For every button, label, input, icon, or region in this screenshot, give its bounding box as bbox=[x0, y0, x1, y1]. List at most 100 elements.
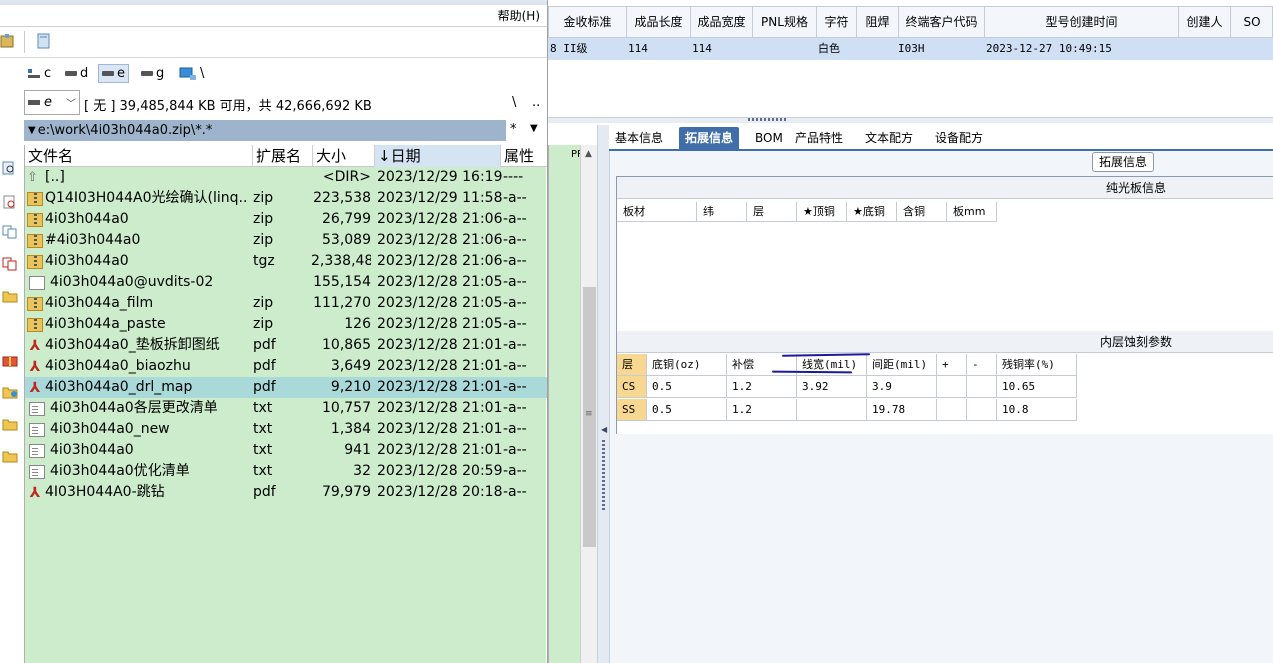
file-row[interactable]: ⅄ 4i03h044a0_drl_map pdf 9,210 2023/12/28 21… bbox=[25, 377, 547, 398]
grid-cell[interactable]: 10.65 bbox=[997, 376, 1077, 398]
file-row[interactable]: ⇧ [..] <DIR> 2023/12/29 16:19 ---- bbox=[25, 167, 547, 188]
grid-header-cell[interactable]: 板mm bbox=[947, 202, 997, 222]
grid-cell[interactable] bbox=[937, 376, 967, 398]
grid-cell[interactable]: SS bbox=[617, 399, 647, 421]
drive-g-button[interactable]: g bbox=[138, 64, 167, 83]
file-row[interactable]: 4i03h044a_paste zip 126 2023/12/28 21:05 -a-… bbox=[25, 314, 547, 335]
grid-header-cell[interactable]: 板材 bbox=[617, 202, 697, 222]
grid-cell[interactable] bbox=[937, 399, 967, 421]
tab-bom[interactable]: BOM bbox=[749, 127, 789, 151]
grid-cell[interactable]: CS bbox=[617, 376, 647, 398]
compare-icon[interactable] bbox=[2, 257, 18, 271]
file-row[interactable]: 4i03h044a0优化清单 txt 32 2023/12/28 20:59 -a-- bbox=[25, 461, 547, 482]
notebook-icon[interactable] bbox=[36, 33, 52, 49]
column-header-date[interactable]: ↓日期 bbox=[375, 145, 501, 167]
grid-cell[interactable]: 1.2 bbox=[727, 376, 797, 398]
file-row[interactable]: ⅄ 4i03h044a0_biaozhu pdf 3,649 2023/12/28 21… bbox=[25, 356, 547, 377]
column-header-ext[interactable]: 扩展名 bbox=[253, 145, 313, 167]
grid-cell[interactable]: 3.92 bbox=[797, 376, 867, 398]
grid-header-cell[interactable]: 终端客户代码 bbox=[899, 7, 985, 38]
grid-cell[interactable] bbox=[967, 376, 997, 398]
file-row[interactable]: 4i03h044a_film zip 111,270 2023/12/28 21:05… bbox=[25, 293, 547, 314]
folder-icon[interactable] bbox=[2, 289, 18, 303]
file-row[interactable]: 4i03h044a0@uvdits-02 155,154 2023/12/28 21… bbox=[25, 272, 547, 293]
file-row[interactable]: 4i03h044a0 txt 941 2023/12/28 21:01 -a-- bbox=[25, 440, 547, 461]
file-row[interactable]: 4i03h044a0_new txt 1,384 2023/12/28 21:01 -a… bbox=[25, 419, 547, 440]
grid-cell[interactable] bbox=[967, 399, 997, 421]
grid-header-cell[interactable]: ★底铜 bbox=[847, 202, 897, 222]
file-row[interactable]: Q14I03H044A0光绘确认(linq.. zip 223,538 2023/12… bbox=[25, 188, 547, 209]
grid-cell[interactable] bbox=[797, 399, 867, 421]
pdf-icon: ⅄ bbox=[29, 358, 41, 375]
grid-header-cell[interactable]: 阻焊 bbox=[857, 7, 899, 38]
grid-header-cell[interactable]: + bbox=[937, 354, 967, 376]
folder-icon[interactable] bbox=[2, 417, 18, 431]
horizontal-splitter[interactable] bbox=[548, 117, 1273, 123]
grid-header-cell[interactable]: 字符 bbox=[817, 7, 857, 38]
new-folder-icon[interactable] bbox=[2, 385, 18, 399]
file-row[interactable]: 4i03h044a0 zip 26,799 2023/12/28 21:06 -a-- bbox=[25, 209, 547, 230]
grid-cell[interactable]: 0.5 bbox=[647, 376, 727, 398]
grid-cell[interactable]: 0.5 bbox=[647, 399, 727, 421]
grid-header-cell[interactable]: ★顶铜 bbox=[797, 202, 847, 222]
grid-header-cell[interactable]: 成品宽度 bbox=[691, 7, 753, 38]
file-name-cell: 4i03h044a_paste bbox=[27, 314, 253, 335]
grid-header-cell[interactable]: 层 bbox=[617, 354, 647, 376]
copy-icon[interactable] bbox=[2, 225, 18, 239]
file-row[interactable]: #4i03h044a0 zip 53,089 2023/12/28 21:06 -a-- bbox=[25, 230, 547, 251]
grid-header-cell[interactable]: 含铜 bbox=[897, 202, 947, 222]
grid-header-cell[interactable]: PNL规格 bbox=[753, 7, 817, 38]
grid-cell[interactable]: 3.9 bbox=[867, 376, 937, 398]
column-header-size[interactable]: 大小 bbox=[313, 145, 375, 167]
grid-header-cell[interactable]: 间距(mil) bbox=[867, 354, 937, 376]
grid-header-cell[interactable]: 金收标准 bbox=[549, 7, 627, 38]
folder-icon[interactable] bbox=[2, 449, 18, 463]
file-row[interactable]: 4i03h044a0 tgz 2,338,482 2023/12/28 21:06-a… bbox=[25, 251, 547, 272]
file-name-cell: 4i03h044a0_new bbox=[27, 419, 253, 440]
grid-header-cell[interactable]: 创建人 bbox=[1179, 7, 1231, 38]
drive-d-button[interactable]: d bbox=[62, 64, 91, 83]
help-menu[interactable]: 帮助(H) bbox=[498, 7, 540, 24]
drive-select[interactable]: e ﹀ bbox=[24, 90, 80, 115]
grid-header-cell[interactable]: 成品长度 bbox=[627, 7, 691, 38]
file-list[interactable]: 文件名 扩展名 大小 ↓日期 属性 ⇧ [..] <DIR> 2023/12/29 1… bbox=[24, 145, 547, 663]
filter-button[interactable]: * bbox=[510, 122, 517, 137]
model-grid-row[interactable]: 8 II级 114 114 白色 I03H 2023-12-27 10:49:1… bbox=[548, 38, 1273, 60]
parent-dir-button[interactable]: .. bbox=[532, 95, 540, 110]
file-date: 2023/12/29 11:58 bbox=[377, 190, 503, 206]
drive-c-button[interactable]: c bbox=[24, 64, 54, 83]
grid-header-cell[interactable]: 层 bbox=[747, 202, 797, 222]
tab-product-features[interactable]: 产品特性 bbox=[789, 127, 849, 151]
archive-icon[interactable] bbox=[0, 33, 16, 49]
file-row[interactable]: 4i03h044a0各层更改清单 txt 10,757 2023/12/28 21:0… bbox=[25, 398, 547, 419]
tab-text-recipe[interactable]: 文本配方 bbox=[859, 127, 919, 151]
triangle-down-icon[interactable]: ▼ bbox=[530, 123, 538, 134]
grid-header-cell[interactable]: SO bbox=[1231, 7, 1273, 38]
file-row[interactable]: ⅄ 4I03H044A0-跳钻 pdf 79,979 2023/12/28 20:18-… bbox=[25, 482, 547, 503]
grid-header-cell[interactable]: 型号创建时间 bbox=[985, 7, 1179, 38]
grid-header-cell[interactable]: 纬 bbox=[697, 202, 747, 222]
tab-basic-info[interactable]: 基本信息 bbox=[609, 127, 669, 151]
file-size: 79,979 bbox=[322, 484, 371, 500]
grid-header-cell[interactable]: 底铜(oz) bbox=[647, 354, 727, 376]
scroll-up-icon[interactable]: ▲ bbox=[585, 149, 592, 159]
file-row[interactable]: ⅄ 4i03h044a0_垫板拆卸图纸 pdf 10,865 2023/12/28 21… bbox=[25, 335, 547, 356]
grid-cell[interactable]: 19.78 bbox=[867, 399, 937, 421]
find-file-icon[interactable] bbox=[2, 195, 18, 209]
grid-cell[interactable]: 1.2 bbox=[727, 399, 797, 421]
gift-icon[interactable] bbox=[2, 353, 18, 367]
tab-equipment-recipe[interactable]: 设备配方 bbox=[929, 127, 989, 151]
search-icon[interactable] bbox=[2, 161, 18, 175]
grid-header-cell[interactable]: - bbox=[967, 354, 997, 376]
tab-extended-info[interactable]: 拓展信息 bbox=[679, 127, 740, 151]
grid-cell[interactable]: 10.8 bbox=[997, 399, 1077, 421]
drive-e-button[interactable]: e bbox=[98, 64, 129, 83]
panel-splitter[interactable]: ◀ bbox=[597, 125, 609, 663]
vertical-scrollbar[interactable]: ▲ ≡ bbox=[580, 145, 597, 663]
drive-network-button[interactable]: \ bbox=[176, 64, 207, 83]
root-dir-button[interactable]: \ bbox=[512, 95, 516, 110]
column-header-name[interactable]: 文件名 bbox=[25, 145, 253, 167]
current-path-bar[interactable]: ▼ e:\work\4i03h044a0.zip\*.* bbox=[24, 120, 506, 141]
grid-header-cell[interactable]: 残铜率(%) bbox=[997, 354, 1077, 376]
column-header-attr[interactable]: 属性 bbox=[501, 145, 547, 167]
